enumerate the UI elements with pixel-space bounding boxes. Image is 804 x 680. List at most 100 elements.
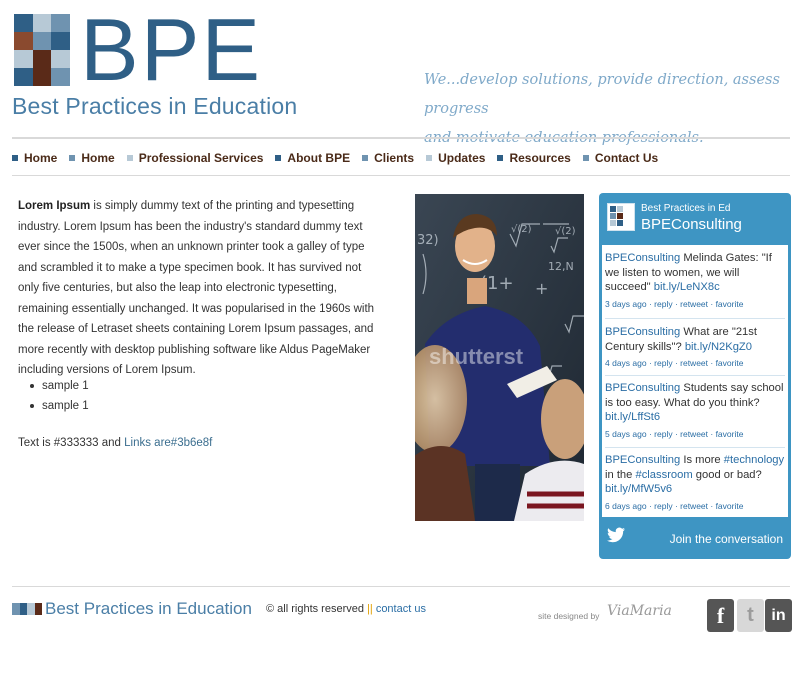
nav-item-professional-services[interactable]: Professional Services (126, 151, 264, 165)
rights-separator: || (367, 603, 373, 615)
linkedin-icon[interactable]: in (765, 599, 792, 632)
nav-bullet-icon (362, 155, 369, 161)
nav-bullet-icon (582, 155, 589, 161)
board-text: + (535, 279, 548, 298)
footer-logo-text[interactable]: Best Practices in Education (45, 599, 252, 619)
board-text: 12,N (548, 260, 574, 273)
photo-watermark: shutterst (429, 344, 524, 369)
main-nav: Home Home Professional Services About BP… (12, 147, 670, 169)
nav-label: Professional Services (138, 151, 264, 165)
tweet-actions[interactable]: · reply · retweet · favorite (649, 299, 743, 309)
nav-item-home-2[interactable]: Home (69, 151, 115, 165)
logo-mosaic-tile (51, 50, 70, 68)
color-note-link[interactable]: Links are#3b6e8f (124, 437, 212, 449)
nav-item-about[interactable]: About BPE (275, 151, 350, 165)
footer-logo-mosaic (12, 603, 42, 615)
logo-mosaic-tile (51, 68, 70, 86)
tweet-time[interactable]: 5 days ago (605, 429, 647, 439)
classroom-photo: 32) √(2) (1+ 12,N √(2) + shutterst (415, 194, 584, 521)
tweet-time[interactable]: 3 days ago (605, 299, 647, 309)
tweet-user[interactable]: BPEConsulting (605, 382, 680, 394)
tweet-link[interactable]: bit.ly/N2KgZ0 (685, 341, 752, 353)
nav-bullet-icon (497, 155, 504, 161)
tagline-line-1: We...develop solutions, provide directio… (424, 72, 780, 117)
logo-mosaic-tile (32, 68, 52, 86)
list-item: sample 1 (30, 376, 89, 396)
nav-label: Resources (509, 151, 571, 165)
classroom-photo-illustration: 32) √(2) (1+ 12,N √(2) + shutterst (415, 194, 584, 521)
tweet-divider (605, 318, 785, 319)
tweet-meta: 3 days ago · reply · retweet · favorite (605, 297, 785, 312)
nav-bullet-icon (12, 155, 18, 161)
tweet-hashtag[interactable]: #technology (724, 454, 784, 466)
tweet-user[interactable]: BPEConsulting (605, 326, 680, 338)
footer-rights: © all rights reserved || contact us (266, 603, 426, 615)
tweet-user[interactable]: BPEConsulting (605, 252, 680, 264)
twitter-widget: Best Practices in Ed BPEConsulting BPECo… (599, 193, 791, 559)
nav-label: Updates (438, 151, 486, 165)
tweet-actions[interactable]: · reply · retweet · favorite (649, 358, 743, 368)
twitter-avatar[interactable] (607, 203, 635, 231)
nav-item-clients[interactable]: Clients (362, 151, 414, 165)
board-text: 32) (417, 233, 439, 248)
color-note-text: Text is #333333 and (18, 437, 125, 449)
twitter-account-name[interactable]: Best Practices in Ed (641, 203, 730, 214)
board-text: √(2) (555, 226, 576, 237)
logo-mosaic-tile (32, 32, 52, 50)
twitter-icon[interactable]: t (737, 599, 764, 632)
intro-lead: Lorem Ipsum (18, 200, 91, 212)
logo-text[interactable]: BPE (80, 2, 262, 98)
tweet-text: good or bad? (692, 468, 762, 481)
logo-subtitle[interactable]: Best Practices in Education (12, 93, 297, 120)
twitter-bird-icon[interactable] (607, 527, 625, 543)
nav-item-contact[interactable]: Contact Us (582, 151, 658, 165)
logo-mosaic-tile (51, 32, 70, 50)
nav-label: Clients (374, 151, 415, 165)
tweet-time[interactable]: 4 days ago (605, 358, 647, 368)
tweet-meta: 4 days ago · reply · retweet · favorite (605, 356, 785, 371)
tweet-meta: 5 days ago · reply · retweet · favorite (605, 427, 785, 442)
twitter-handle[interactable]: BPEConsulting (641, 216, 742, 233)
nav-bullet-icon (275, 155, 282, 161)
designer-link[interactable]: ViaMaria (607, 603, 672, 619)
header-divider (12, 137, 790, 139)
sample-list: sample 1 sample 1 (30, 376, 89, 416)
logo-mosaic-tile (14, 50, 33, 68)
nav-item-updates[interactable]: Updates (426, 151, 485, 165)
tweet-link[interactable]: bit.ly/LeNX8c (654, 281, 720, 293)
tweet-user[interactable]: BPEConsulting (605, 454, 680, 466)
tweet: BPEConsulting Is more #technology in the… (605, 453, 785, 513)
logo-mosaic-tile (32, 14, 52, 32)
tweet-link[interactable]: bit.ly/MfW5v6 (605, 483, 672, 495)
logo-mosaic[interactable] (14, 14, 70, 86)
nav-label: Home (81, 151, 115, 165)
facebook-icon[interactable]: f (707, 599, 734, 632)
tweet-text: Is more (680, 454, 724, 466)
tweet-time[interactable]: 6 days ago (605, 501, 647, 511)
twitter-header: Best Practices in Ed BPEConsulting (605, 199, 785, 243)
tweet-actions[interactable]: · reply · retweet · favorite (649, 429, 743, 439)
logo-mosaic-tile (32, 50, 52, 68)
contact-us-link[interactable]: contact us (376, 603, 426, 615)
nav-bullet-icon (426, 155, 433, 161)
tweet-link[interactable]: bit.ly/LffSt6 (605, 411, 660, 423)
logo-mosaic-tile (14, 14, 33, 32)
tweet-hashtag[interactable]: #classroom (635, 469, 692, 481)
tweet: BPEConsulting Students say school is too… (605, 381, 785, 441)
designed-by-label: site designed by (538, 611, 600, 621)
nav-item-resources[interactable]: Resources (497, 151, 571, 165)
tweet-actions[interactable]: · reply · retweet · favorite (649, 501, 743, 511)
header: BPE Best Practices in Education We...dev… (0, 0, 804, 146)
twitter-footer: Join the conversation (599, 521, 791, 557)
nav-bullet-icon (69, 155, 76, 161)
nav-item-home[interactable]: Home (12, 151, 57, 165)
tweet: BPEConsulting What are "21st Century ski… (605, 325, 785, 371)
tagline: We...develop solutions, provide directio… (424, 66, 784, 153)
intro-paragraph: Lorem Ipsum is simply dummy text of the … (18, 196, 380, 381)
list-item: sample 1 (30, 396, 89, 416)
logo-mosaic-tile (51, 14, 70, 32)
board-text: √(2) (511, 224, 532, 235)
color-note: Text is #333333 and Links are#3b6e8f (18, 437, 212, 449)
join-conversation-link[interactable]: Join the conversation (670, 532, 783, 546)
footer-divider (12, 586, 790, 587)
